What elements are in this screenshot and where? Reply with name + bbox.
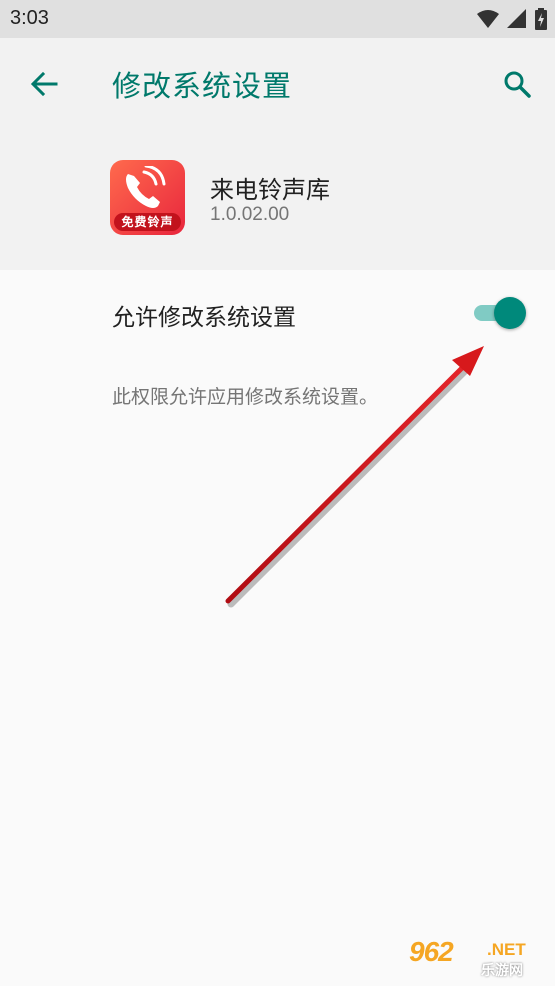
watermark-domain: .NET — [487, 940, 526, 959]
allow-modify-settings-switch[interactable] — [472, 296, 528, 330]
page-title: 修改系统设置 — [112, 69, 293, 103]
watermark-subtitle: 乐游网 — [481, 963, 523, 979]
back-button[interactable] — [20, 60, 68, 108]
search-icon — [504, 71, 531, 98]
switch-thumb — [494, 297, 526, 329]
phone-ringing-icon — [126, 166, 166, 208]
arrow-left-icon — [30, 72, 58, 96]
app-version: 1.0.02.00 — [210, 204, 290, 225]
signal-icon — [507, 9, 526, 28]
app-bar: 修改系统设置 免费铃声 来电铃声库 1.0.02.00 — [0, 38, 555, 270]
app-icon: 免费铃声 — [110, 160, 185, 235]
app-name: 来电铃声库 — [210, 176, 330, 204]
setting-summary: 此权限允许应用修改系统设置。 — [112, 386, 379, 408]
watermark: 962 .NET 乐游网 — [409, 936, 549, 980]
status-icons — [477, 8, 547, 30]
wifi-icon — [477, 10, 499, 28]
battery-charging-icon — [535, 8, 547, 30]
search-button[interactable] — [493, 60, 541, 108]
allow-modify-settings-row[interactable]: 允许修改系统设置 — [0, 272, 555, 354]
status-time: 3:03 — [10, 7, 49, 29]
setting-label: 允许修改系统设置 — [112, 305, 296, 331]
app-icon-badge: 免费铃声 — [114, 213, 181, 231]
watermark-logo: 962 — [409, 936, 454, 967]
status-bar: 3:03 — [0, 0, 555, 38]
